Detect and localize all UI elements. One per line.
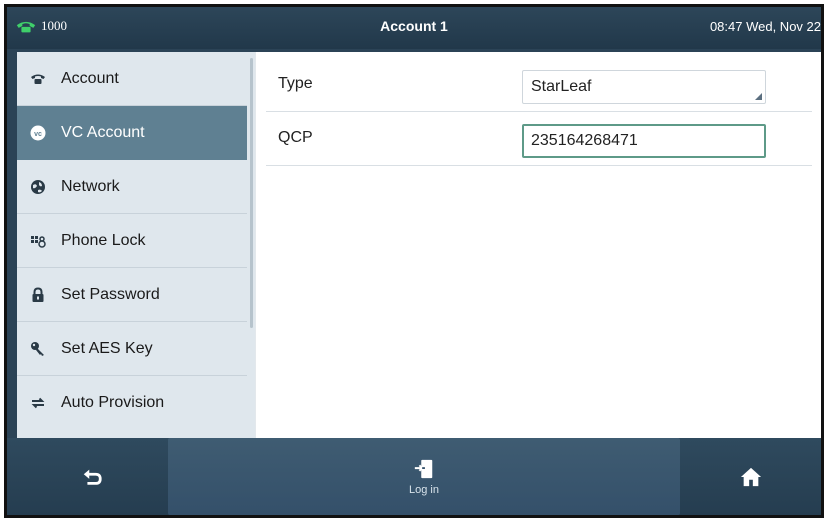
type-row: Type StarLeaf (266, 58, 812, 112)
menu-item-network[interactable]: Network (17, 160, 247, 214)
home-icon (740, 467, 762, 486)
vc-icon: vc (29, 124, 47, 142)
menu-item-phone-lock[interactable]: Phone Lock (17, 214, 247, 268)
type-label: Type (278, 75, 313, 92)
back-icon (83, 469, 102, 485)
vc-account-settings: Type StarLeaf QCP 235164268471 (255, 52, 821, 438)
date-time: 08:47 Wed, Nov 22 (709, 19, 821, 34)
softkey-bar: Log in (7, 438, 821, 515)
qcp-input[interactable]: 235164268471 (522, 124, 766, 158)
phone-icon (29, 70, 47, 88)
menu-item-account[interactable]: Account (17, 52, 247, 106)
menu-scrollbar[interactable] (250, 58, 253, 328)
login-button[interactable]: Log in (168, 438, 680, 515)
menu-item-label: Set AES Key (61, 339, 153, 357)
login-label: Log in (409, 483, 439, 496)
lock-icon (29, 286, 47, 304)
home-button[interactable] (681, 438, 821, 515)
menu-item-label: Network (61, 177, 120, 195)
menu-item-label: Auto Provision (61, 394, 165, 411)
menu-item-label: VC Account (61, 123, 145, 141)
menu-item-label: Phone Lock (61, 231, 146, 249)
phone-screen: 1000 Account 1 08:47 Wed, Nov 22 Account… (4, 4, 824, 518)
qcp-label: QCP (278, 129, 313, 146)
screen-title: Account 1 (380, 18, 448, 34)
svg-text:vc: vc (34, 130, 42, 137)
dropdown-corner-icon (755, 93, 762, 100)
qcp-value: 235164268471 (531, 132, 638, 149)
menu-item-set-aes-key[interactable]: Set AES Key (17, 322, 247, 376)
sync-icon (29, 394, 47, 412)
menu-item-set-password[interactable]: Set Password (17, 268, 247, 322)
back-button[interactable] (17, 438, 167, 515)
menu-item-label: Set Password (61, 285, 160, 303)
menu-item-label: Account (61, 69, 119, 87)
keypad-icon (29, 232, 47, 250)
qcp-row: QCP 235164268471 (266, 112, 812, 166)
type-value: StarLeaf (531, 78, 592, 95)
menu-item-auto-provision[interactable]: Auto Provision (17, 376, 247, 430)
globe-icon (29, 178, 47, 196)
key-icon (29, 340, 47, 358)
type-select[interactable]: StarLeaf (522, 70, 766, 104)
login-icon (414, 459, 433, 478)
settings-menu: Account vc VC Account Network Phone Lock… (17, 52, 255, 438)
status-bar: 1000 Account 1 08:47 Wed, Nov 22 (7, 7, 821, 49)
menu-item-vc-account[interactable]: vc VC Account (17, 106, 247, 160)
